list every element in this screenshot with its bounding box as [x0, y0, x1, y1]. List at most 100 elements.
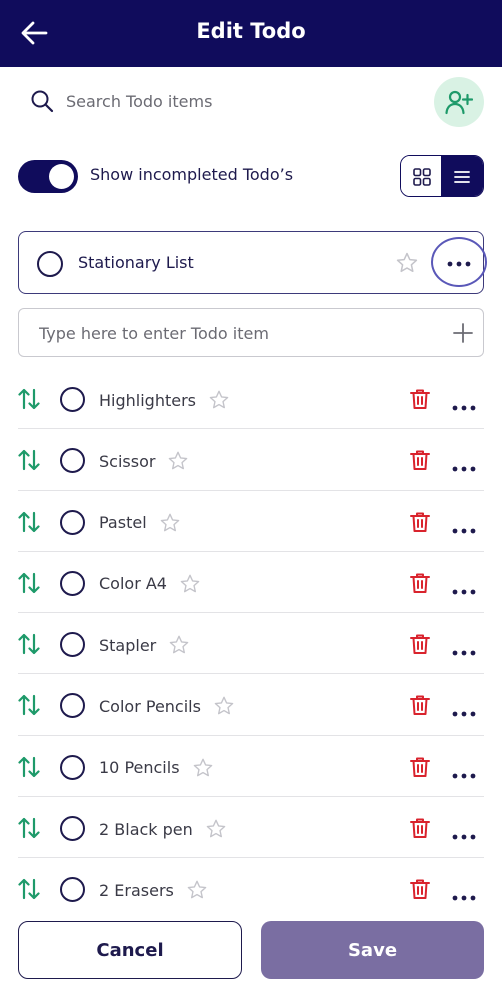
todo-row: Color Pencils — [0, 674, 502, 736]
list-view-button[interactable] — [441, 156, 483, 196]
reorder-icon — [18, 756, 40, 777]
trash-icon — [410, 757, 430, 777]
todo-label-group: Stapler — [99, 634, 190, 656]
page-title: Edit Todo — [196, 19, 306, 43]
delete-todo-button[interactable] — [408, 755, 432, 783]
todo-label: Color A4 — [99, 574, 167, 594]
todo-complete-checkbox[interactable] — [60, 632, 85, 658]
trash-icon — [410, 389, 430, 409]
delete-todo-button[interactable] — [408, 632, 432, 660]
reorder-icon — [18, 879, 40, 900]
todo-label-group: Color Pencils — [99, 695, 235, 717]
star-icon[interactable] — [159, 512, 181, 534]
todo-row: Color A4 — [0, 552, 502, 614]
reorder-icon — [18, 817, 40, 839]
todo-label-group: 10 Pencils — [99, 757, 214, 779]
todo-more-button[interactable] — [452, 886, 476, 905]
user-plus-icon — [445, 90, 473, 115]
more-horizontal-icon — [452, 773, 476, 779]
star-icon[interactable] — [192, 757, 214, 779]
list-icon — [454, 171, 470, 183]
todo-label: Stapler — [99, 635, 157, 655]
star-icon[interactable] — [167, 450, 189, 472]
todo-complete-checkbox[interactable] — [60, 693, 85, 719]
reorder-icon — [18, 572, 40, 593]
todo-more-button[interactable] — [452, 641, 476, 660]
todo-label-group: Highlighters — [99, 389, 230, 411]
list-more-button[interactable] — [431, 237, 487, 287]
filter-row: Show incompleted Todo’s — [0, 152, 502, 200]
trash-icon — [410, 695, 430, 716]
todo-more-button[interactable] — [452, 457, 476, 476]
todo-complete-checkbox[interactable] — [60, 754, 85, 780]
todo-label: 2 Erasers — [99, 880, 174, 900]
drag-handle[interactable] — [18, 511, 40, 537]
delete-todo-button[interactable] — [408, 816, 432, 844]
list-title: Stationary List — [78, 253, 194, 272]
search-input[interactable] — [66, 87, 386, 115]
todo-label-group: 2 Erasers — [99, 879, 208, 901]
more-horizontal-icon — [452, 528, 476, 533]
more-horizontal-icon — [452, 712, 476, 717]
toggle-label: Show incompleted Todo’s — [90, 165, 294, 184]
todo-row: Stapler — [0, 613, 502, 675]
more-horizontal-icon — [452, 405, 476, 411]
todo-row: Highlighters — [0, 368, 502, 430]
todo-complete-checkbox[interactable] — [60, 387, 85, 412]
star-icon[interactable] — [168, 634, 190, 656]
todo-more-button[interactable] — [452, 396, 476, 415]
more-horizontal-icon — [452, 466, 476, 472]
todo-list-card[interactable]: Stationary List — [18, 231, 487, 294]
delete-todo-button[interactable] — [408, 571, 432, 599]
todo-complete-checkbox[interactable] — [60, 570, 85, 596]
plus-icon[interactable] — [453, 323, 473, 343]
todo-more-button[interactable] — [452, 702, 476, 721]
todo-complete-checkbox[interactable] — [60, 509, 85, 535]
drag-handle[interactable] — [18, 817, 40, 843]
delete-todo-button[interactable] — [408, 510, 432, 538]
drag-handle[interactable] — [18, 388, 40, 414]
star-icon[interactable] — [179, 573, 201, 595]
list-complete-checkbox[interactable] — [37, 251, 63, 277]
drag-handle[interactable] — [18, 756, 40, 782]
star-icon[interactable] — [186, 879, 208, 901]
cancel-button[interactable]: Cancel — [18, 921, 242, 979]
delete-todo-button[interactable] — [408, 877, 432, 905]
grid-view-button[interactable] — [401, 156, 443, 196]
delete-todo-button[interactable] — [408, 448, 432, 476]
todo-label: 2 Black pen — [99, 819, 193, 839]
save-button[interactable]: Save — [261, 921, 484, 979]
todo-complete-checkbox[interactable] — [60, 877, 85, 903]
delete-todo-button[interactable] — [408, 693, 432, 721]
delete-todo-button[interactable] — [408, 387, 432, 415]
add-user-button[interactable] — [434, 77, 484, 127]
todo-item-input[interactable] — [39, 319, 439, 347]
drag-handle[interactable] — [18, 694, 40, 720]
more-horizontal-icon — [452, 895, 476, 901]
drag-handle[interactable] — [18, 878, 40, 904]
todo-more-button[interactable] — [452, 764, 476, 783]
reorder-icon — [18, 634, 40, 655]
grid-icon — [413, 168, 431, 186]
drag-handle[interactable] — [18, 633, 40, 659]
show-incompleted-toggle[interactable] — [18, 160, 78, 193]
todo-label: 10 Pencils — [99, 758, 180, 778]
drag-handle[interactable] — [18, 572, 40, 598]
star-icon[interactable] — [213, 695, 235, 717]
drag-handle[interactable] — [18, 449, 40, 475]
star-icon[interactable] — [205, 818, 227, 840]
star-icon[interactable] — [208, 389, 230, 411]
trash-icon — [410, 879, 430, 900]
todo-more-button[interactable] — [452, 580, 476, 599]
view-switch — [400, 155, 484, 197]
star-icon[interactable] — [395, 251, 419, 275]
todo-more-button[interactable] — [452, 825, 476, 844]
todo-complete-checkbox[interactable] — [60, 448, 85, 474]
more-horizontal-icon — [452, 589, 476, 595]
todo-label: Highlighters — [99, 390, 196, 410]
reorder-icon — [18, 450, 40, 471]
more-horizontal-icon — [452, 650, 476, 656]
todo-more-button[interactable] — [452, 519, 476, 538]
todo-complete-checkbox[interactable] — [60, 816, 85, 842]
search-icon — [31, 90, 54, 113]
